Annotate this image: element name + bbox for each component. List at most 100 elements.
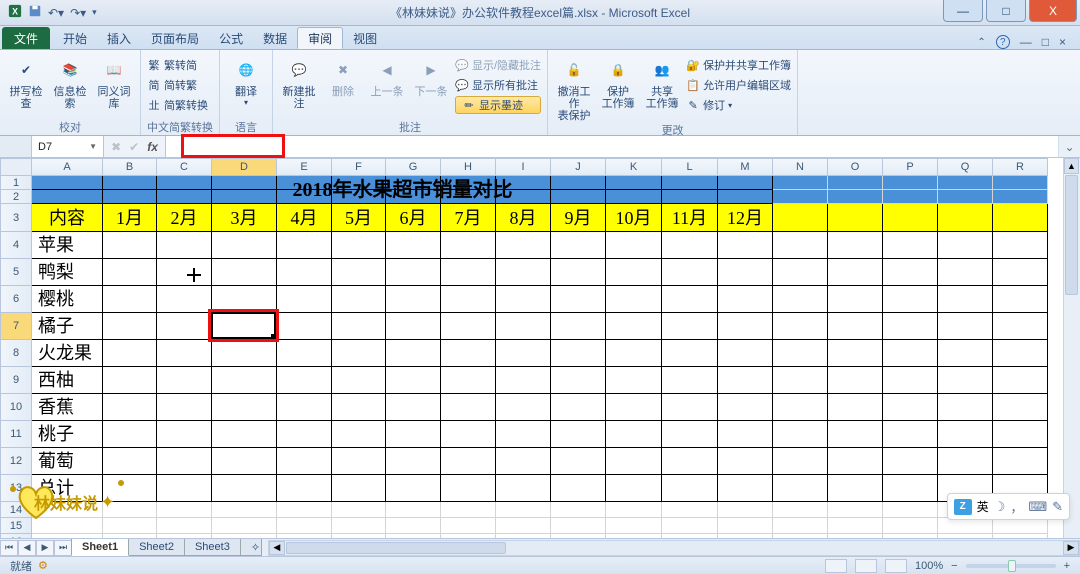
cell[interactable] <box>441 475 496 502</box>
cell[interactable] <box>212 502 277 518</box>
zoom-out-icon[interactable]: − <box>951 560 957 572</box>
scroll-up-icon[interactable]: ▲ <box>1064 158 1079 174</box>
col-header-M[interactable]: M <box>718 158 773 176</box>
header-cell[interactable]: 8月 <box>496 204 551 232</box>
name-box[interactable]: D7▼ <box>32 136 104 157</box>
cell[interactable] <box>157 502 212 518</box>
protect-share-button[interactable]: 🔐保护并共享工作簿 <box>686 56 791 74</box>
cell[interactable] <box>938 204 993 232</box>
cell[interactable] <box>157 421 212 448</box>
tab-formulas[interactable]: 公式 <box>209 27 253 49</box>
cell[interactable] <box>662 286 718 313</box>
zoom-slider[interactable] <box>966 564 1056 568</box>
cell[interactable] <box>496 502 551 518</box>
cell[interactable] <box>606 340 662 367</box>
cell[interactable] <box>441 340 496 367</box>
thesaurus-button[interactable]: 📖同义词库 <box>94 52 134 110</box>
cell[interactable] <box>773 367 828 394</box>
unprotect-sheet-button[interactable]: 🔓撤消工作 表保护 <box>554 52 594 122</box>
header-cell[interactable]: 11月 <box>662 204 718 232</box>
cell[interactable] <box>662 448 718 475</box>
cell[interactable] <box>441 518 496 534</box>
redo-icon[interactable]: ↷▾ <box>70 6 86 20</box>
qat-dropdown-icon[interactable]: ▾ <box>92 7 97 18</box>
row-label-cell[interactable]: 火龙果 <box>32 340 103 367</box>
cell[interactable] <box>277 367 332 394</box>
cell[interactable] <box>332 421 386 448</box>
undo-icon[interactable]: ↶▾ <box>48 6 64 20</box>
mdi-restore-icon[interactable]: □ <box>1042 35 1049 49</box>
cell[interactable] <box>212 448 277 475</box>
cell[interactable] <box>828 286 883 313</box>
cell[interactable] <box>606 259 662 286</box>
cell[interactable] <box>773 232 828 259</box>
cell[interactable] <box>277 259 332 286</box>
col-header-K[interactable]: K <box>606 158 662 176</box>
cell[interactable] <box>938 394 993 421</box>
cell[interactable] <box>938 232 993 259</box>
cell[interactable] <box>993 340 1048 367</box>
col-header-G[interactable]: G <box>386 158 441 176</box>
cell[interactable] <box>993 367 1048 394</box>
cell[interactable] <box>718 286 773 313</box>
cell[interactable] <box>551 232 606 259</box>
cell[interactable] <box>157 259 212 286</box>
select-all-corner[interactable] <box>0 158 32 176</box>
cell[interactable] <box>773 518 828 534</box>
file-tab[interactable]: 文件 <box>2 27 50 49</box>
cell[interactable] <box>883 340 938 367</box>
sheet-nav-prev-icon[interactable]: ◀ <box>18 540 36 556</box>
sheet-nav-next-icon[interactable]: ▶ <box>36 540 54 556</box>
header-cell[interactable]: 内容 <box>32 204 103 232</box>
ime-lang[interactable]: 英 <box>977 498 989 515</box>
cell[interactable] <box>332 340 386 367</box>
cell[interactable] <box>496 313 551 340</box>
tab-data[interactable]: 数据 <box>253 27 297 49</box>
cell[interactable] <box>993 313 1048 340</box>
row-header-3[interactable]: 3 <box>0 204 32 232</box>
cell[interactable] <box>828 475 883 502</box>
worksheet-grid[interactable]: ABCDEFGHIJKLMNOPQR 122018年水果超市销量对比3内容1月2… <box>0 158 1080 556</box>
cell[interactable] <box>718 448 773 475</box>
cell[interactable] <box>718 518 773 534</box>
cell[interactable] <box>551 475 606 502</box>
cell[interactable] <box>103 340 157 367</box>
row-label-cell[interactable]: 橘子 <box>32 313 103 340</box>
help-icon[interactable]: ? <box>996 35 1010 49</box>
cell[interactable] <box>883 518 938 534</box>
cell[interactable] <box>828 502 883 518</box>
prev-comment-button[interactable]: ◀上一条 <box>367 52 407 98</box>
ime-logo-icon[interactable]: Z <box>954 499 972 515</box>
cell[interactable] <box>157 340 212 367</box>
cell[interactable] <box>157 367 212 394</box>
formula-input[interactable] <box>166 136 1058 157</box>
share-workbook-button[interactable]: 👥共享 工作簿 <box>642 52 682 110</box>
cell[interactable] <box>883 367 938 394</box>
cell[interactable] <box>332 313 386 340</box>
cell[interactable] <box>606 502 662 518</box>
cell[interactable] <box>386 313 441 340</box>
cell[interactable] <box>496 475 551 502</box>
header-cell[interactable]: 5月 <box>332 204 386 232</box>
cell[interactable] <box>606 394 662 421</box>
row-label-cell[interactable]: 葡萄 <box>32 448 103 475</box>
cell[interactable] <box>662 475 718 502</box>
cell[interactable] <box>157 475 212 502</box>
cell[interactable] <box>103 259 157 286</box>
cell[interactable] <box>277 286 332 313</box>
row-header-6[interactable]: 6 <box>0 286 32 313</box>
cell[interactable] <box>332 475 386 502</box>
cell[interactable] <box>103 421 157 448</box>
cell[interactable] <box>441 502 496 518</box>
cell[interactable] <box>157 313 212 340</box>
cell[interactable] <box>773 204 828 232</box>
cell[interactable] <box>386 518 441 534</box>
cell[interactable] <box>828 204 883 232</box>
ime-settings-icon[interactable]: ✎ <box>1052 499 1063 515</box>
cell[interactable] <box>386 502 441 518</box>
cell[interactable] <box>883 204 938 232</box>
tab-home[interactable]: 开始 <box>53 27 97 49</box>
row-header-4[interactable]: 4 <box>0 232 32 259</box>
mdi-minimize-icon[interactable]: — <box>1020 35 1032 49</box>
row-label-cell[interactable]: 苹果 <box>32 232 103 259</box>
